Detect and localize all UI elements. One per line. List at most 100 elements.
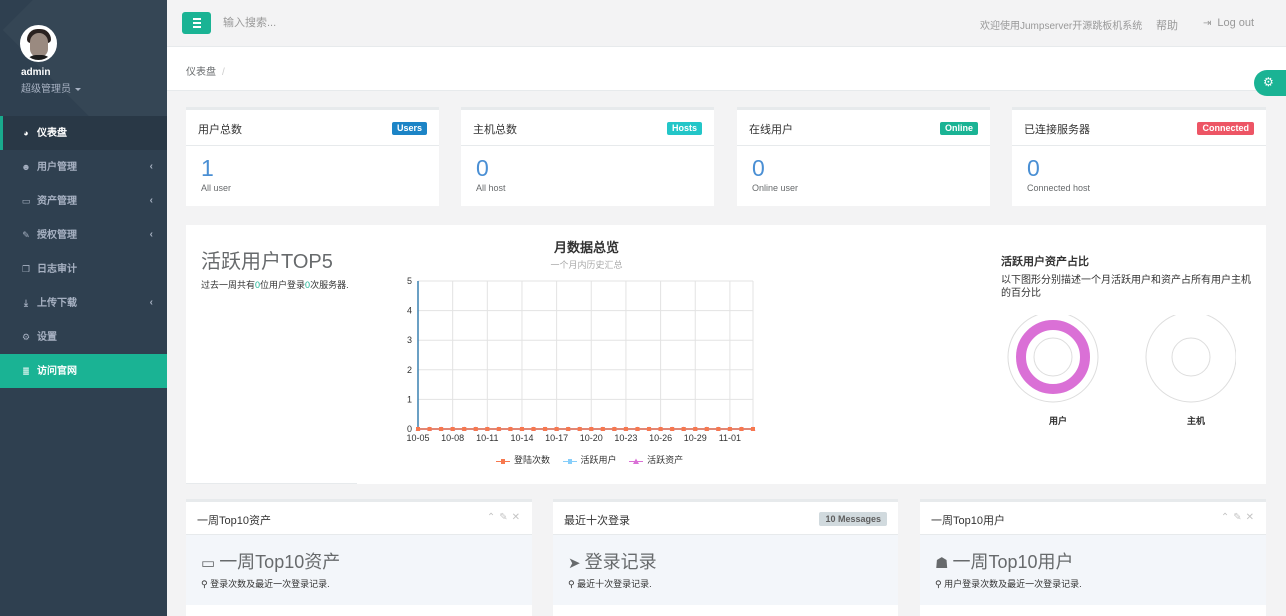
data-point [739, 427, 744, 431]
panel-caption-text: 用户登录次数及最近一次登录记录. [944, 579, 1082, 589]
host-ratio-donut [1145, 315, 1236, 403]
sidebar-item-user-management[interactable]: ☻ 用户管理 ‹ [0, 150, 167, 184]
stat-subtitle: All host [476, 183, 506, 193]
legend-marker-square-icon [496, 457, 510, 465]
x-tick-label: 10-26 [649, 433, 672, 443]
chart-title: 月数据总览 [553, 240, 619, 255]
x-tick-label: 11-01 [719, 433, 741, 443]
menu-toggle-button[interactable] [182, 12, 211, 34]
avatar[interactable] [20, 25, 57, 62]
panel-heading: ▭ 一周Top10资产 [201, 548, 340, 574]
ratio-title: 活跃用户资产占比 [1001, 256, 1089, 268]
sidebar-item-label: 设置 [37, 332, 57, 343]
wrench-icon[interactable]: ✎ [1233, 512, 1245, 523]
data-point [566, 427, 571, 431]
stat-title: 已连接服务器 [1024, 124, 1090, 136]
data-point [670, 427, 675, 431]
profile-name: admin [21, 67, 51, 78]
stat-card-users: 用户总数 Users 1 All user [186, 107, 439, 206]
map-marker-icon: ⚲ [935, 579, 945, 589]
theme-config-button[interactable]: ⚙ [1254, 70, 1286, 96]
stat-title: 在线用户 [749, 124, 793, 136]
user-ratio-label: 用户 [1049, 416, 1068, 426]
wrench-icon[interactable]: ✎ [499, 512, 511, 523]
x-tick-label: 10-14 [510, 433, 533, 443]
x-tick-label: 10-11 [476, 433, 498, 443]
copy-icon: ❐ [21, 264, 31, 274]
legend-item-logins[interactable]: 登陆次数 [496, 455, 550, 465]
data-point [704, 427, 709, 431]
panel-caption: ⚲ 用户登录次数及最近一次登录记录. [935, 577, 1082, 590]
close-icon[interactable]: ✕ [1246, 512, 1258, 523]
overview-panel: 活跃用户TOP5 过去一周共有0位用户登录0次服务器. 月数据总览 一个月内历史… [186, 225, 1266, 484]
top10-users-panel: 一周Top10用户 ⌃✎✕ ☗ 一周Top10用户 ⚲ 用户登录次数及最近一次登录记… [920, 499, 1266, 616]
breadcrumb-item-dashboard[interactable]: 仪表盘 [186, 67, 216, 78]
top5-desc-suffix: 次服务器. [310, 280, 349, 290]
data-point [450, 427, 455, 431]
top-navbar: 欢迎使用Jumpserver开源跳板机系统 帮助 ⇥ Log out [167, 0, 1286, 47]
profile-panel: admin 超级管理员 [0, 0, 167, 116]
chevron-up-icon[interactable]: ⌃ [1221, 512, 1233, 523]
stat-title: 用户总数 [198, 124, 242, 136]
x-tick-label: 10-20 [580, 433, 603, 443]
x-tick-label: 10-23 [614, 433, 637, 443]
panel-heading-text: 登录记录 [584, 552, 657, 572]
data-point [751, 427, 755, 431]
data-point [658, 427, 663, 431]
sidebar-item-settings[interactable]: ⚙ 设置 [0, 320, 167, 354]
data-point [496, 427, 501, 431]
data-point [623, 427, 628, 431]
y-tick-label: 2 [407, 365, 412, 375]
stat-badge: Users [391, 122, 427, 135]
gears-icon: ⚙ [21, 332, 31, 342]
stat-value: 0 [476, 155, 489, 181]
logout-link[interactable]: ⇥ Log out [1203, 17, 1254, 29]
data-point [589, 427, 594, 431]
stat-subtitle: Connected host [1027, 183, 1091, 193]
sidebar-item-upload-download[interactable]: ⤓ 上传下载 ‹ [0, 286, 167, 320]
stat-badge: Online [939, 122, 978, 135]
breadcrumb: 仪表盘 / [186, 63, 225, 78]
legend-label: 活跃用户 [580, 455, 617, 465]
profile-role-dropdown[interactable]: 超级管理员 [21, 80, 81, 95]
breadcrumb-bar: 仪表盘 / [167, 47, 1286, 91]
top5-description: 过去一周共有0位用户登录0次服务器. [201, 278, 349, 291]
stat-value: 1 [201, 155, 214, 181]
sidebar-item-label: 访问官网 [37, 366, 77, 377]
panel-title: 一周Top10用户 [931, 515, 1005, 527]
panel-caption: ⚲ 最近十次登录记录. [568, 577, 652, 590]
sidebar-item-permission-management[interactable]: ✎ 授权管理 ‹ [0, 218, 167, 252]
sidebar-item-dashboard[interactable]: ◕ 仪表盘 [0, 116, 167, 150]
sidebar-item-official-site[interactable]: ≣ 访问官网 [0, 354, 167, 388]
panel-heading-text: 一周Top10资产 [219, 552, 341, 572]
data-point [693, 427, 698, 431]
top5-desc-mid: 位用户登录 [260, 280, 306, 290]
close-icon[interactable]: ✕ [512, 512, 524, 523]
sidebar-item-label: 上传下载 [37, 298, 77, 309]
panel-caption: ⚲ 登录次数及最近一次登录记录. [201, 577, 330, 590]
user-icon: ☗ [935, 555, 949, 572]
legend-marker-square-icon [562, 457, 577, 465]
breadcrumb-separator: / [222, 67, 225, 78]
sidebar-item-asset-management[interactable]: ▭ 资产管理 ‹ [0, 184, 167, 218]
data-point [647, 427, 652, 431]
x-tick-label: 10-08 [441, 433, 464, 443]
top5-desc-prefix: 过去一周共有 [201, 280, 256, 290]
legend-item-active-assets[interactable]: 活跃资产 [629, 455, 683, 465]
sidebar-nav: ◕ 仪表盘 ☻ 用户管理 ‹ ▭ 资产管理 ‹ ✎ 授权管理 ‹ ❐ 日志审计 ⤓ 上传下载 ‹ ⚙… [0, 116, 167, 388]
data-point [427, 427, 432, 431]
data-point [531, 427, 536, 431]
y-tick-label: 1 [407, 394, 412, 404]
chevron-up-icon[interactable]: ⌃ [487, 512, 499, 523]
sidebar-item-label: 授权管理 [37, 230, 77, 241]
sidebar-item-log-audit[interactable]: ❐ 日志审计 [0, 252, 167, 286]
map-marker-icon: ⚲ [201, 579, 211, 589]
search-input[interactable] [223, 14, 423, 32]
sidebar-item-label: 仪表盘 [37, 128, 67, 139]
help-link[interactable]: 帮助 [1156, 17, 1178, 33]
recent-logins-panel: 最近十次登录 10 Messages ➤ 登录记录 ⚲ 最近十次登录记录. [553, 499, 898, 616]
data-point [473, 427, 478, 431]
legend-item-active-users[interactable]: 活跃用户 [562, 455, 617, 465]
map-marker-icon: ⚲ [568, 579, 578, 589]
stat-value: 0 [1027, 155, 1040, 181]
